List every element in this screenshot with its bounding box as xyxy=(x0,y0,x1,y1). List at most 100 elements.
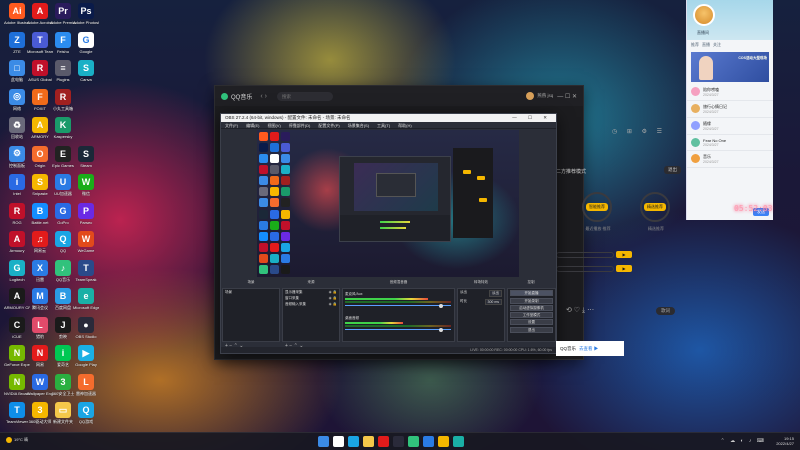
qq-slider-track[interactable] xyxy=(556,252,614,258)
source-item[interactable]: 音频输入采集 ◉ 🔒 xyxy=(283,301,339,307)
eye-icon[interactable]: ◉ 🔒 xyxy=(329,290,337,295)
app-icon: W xyxy=(32,373,48,390)
desktop-icon[interactable]: Q QQ游戏 xyxy=(73,401,99,434)
obs-menu-item[interactable]: 文件(F) xyxy=(225,122,238,128)
sources-list[interactable]: 显示器采集 ◉ 🔒 窗口采集 ◉ 🔒 音频输入采集 ◉ 🔒 xyxy=(282,288,340,342)
list-item[interactable]: 陪你唠嗑 2024/3/27 xyxy=(687,84,773,101)
taskbar-app-icon[interactable] xyxy=(453,436,464,447)
obs-menu-item[interactable]: 场景集合(S) xyxy=(348,122,369,128)
obs-window[interactable]: OBS 27.2.4 (64-bit, windows) - 配置文件: 未命名… xyxy=(220,113,557,354)
taskbar-app-icon[interactable] xyxy=(363,436,374,447)
obs-menu-item[interactable]: 停靠部件(D) xyxy=(289,122,311,128)
qq-footer-icons[interactable]: ⟲ ♡ ⤓ ⋯ xyxy=(566,306,594,315)
chat-tab[interactable]: 推荐 xyxy=(691,42,699,48)
scene-item[interactable]: 场景 xyxy=(223,289,279,296)
list-item-date: 2024/3/27 xyxy=(703,160,719,164)
obs-docks: 场景 来源 音频混音器 转场特效 控制 场景 显示器采集 ◉ 🔒 窗口采集 ◉ 🔒 音频… xyxy=(221,280,556,354)
eye-icon[interactable]: ◉ 🔒 xyxy=(329,296,337,301)
preview-icon xyxy=(281,187,290,197)
app-icon: X xyxy=(32,259,48,276)
app-icon: Q xyxy=(78,402,94,418)
taskbar-app-icon[interactable] xyxy=(378,436,389,447)
qq-yellow-button-2[interactable]: ▶ xyxy=(616,265,632,272)
qq-left-sub: 最近播放·推荐 xyxy=(585,226,611,231)
volume-slider-knob[interactable] xyxy=(439,303,443,308)
obs-menu-item[interactable]: 视图(V) xyxy=(267,122,280,128)
sun-icon xyxy=(6,437,12,443)
control-button[interactable]: 开始直播 xyxy=(510,290,553,297)
qq-slider-track-2[interactable] xyxy=(556,266,614,272)
chat-header-name: 直播间 xyxy=(697,30,709,35)
sources-header: 来源 xyxy=(307,280,315,284)
control-button[interactable]: 开始录制 xyxy=(510,297,553,304)
list-item-text: 旅行心情日记 2024/3/27 xyxy=(703,104,727,114)
qq-notification[interactable]: QQ音乐 去查看 ▶ xyxy=(556,341,624,356)
obs-preview[interactable] xyxy=(257,130,519,277)
volume-slider[interactable] xyxy=(345,327,451,332)
list-item-text: Fear No One 2024/3/27 xyxy=(703,138,726,147)
list-item[interactable]: 音乐 2024/3/27 xyxy=(687,151,773,168)
taskbar-app-icon[interactable] xyxy=(408,436,419,447)
chat-tab[interactable]: 关注 xyxy=(713,42,721,48)
preview-icon xyxy=(259,242,268,252)
control-button[interactable]: 工作室模式 xyxy=(510,312,553,319)
qq-left-dial[interactable]: 智能推荐 xyxy=(582,192,612,222)
qq-lyrics-button[interactable]: 歌词 xyxy=(656,307,675,315)
control-button[interactable]: 设置 xyxy=(510,319,553,326)
controls-panel: 开始直播 开始录制 启动虚拟摄像机 工作室模式 设置 退出 xyxy=(507,288,556,342)
obs-menu-item[interactable]: 工具(T) xyxy=(377,122,390,128)
obs-menu-item[interactable]: 帮助(H) xyxy=(398,122,412,128)
clock-widget: 05:52:03 xyxy=(734,204,773,213)
notify-link[interactable]: 去查看 ▶ xyxy=(579,346,598,352)
nested-pill xyxy=(463,170,471,174)
taskbar-app-icon[interactable] xyxy=(333,436,344,447)
qq-toolbar-icons[interactable]: ◷ ⊞ ⚙ ☰ xyxy=(612,128,666,135)
chat-tab[interactable]: 直播 xyxy=(702,42,710,48)
qq-search-input[interactable]: 搜索 xyxy=(276,91,333,101)
list-item[interactable]: 旅行心情日记 2024/3/27 xyxy=(687,101,773,118)
transition-value[interactable]: 淡出 xyxy=(489,290,502,297)
qq-exit-mode-button[interactable]: 退出 xyxy=(664,166,681,174)
chat-live-video[interactable]: COS活动大型现场 xyxy=(691,52,769,82)
qq-nav-arrows[interactable]: ‹ › xyxy=(260,93,267,100)
app-icon: A xyxy=(32,3,48,19)
desktop-icon[interactable]: S Canva xyxy=(73,59,99,92)
transition-value[interactable]: 300 ms xyxy=(484,299,502,305)
avatar[interactable] xyxy=(526,92,535,100)
eye-icon[interactable]: ◉ 🔒 xyxy=(329,302,337,307)
volume-slider[interactable] xyxy=(345,303,451,308)
desktop-icon-label: Google xyxy=(79,48,93,54)
taskbar-app-icon[interactable] xyxy=(393,436,404,447)
taskbar-clock[interactable]: 19:15 2022/4/27 xyxy=(776,436,794,446)
preview-icon xyxy=(281,165,290,175)
qq-right-dial[interactable]: 精选推荐 xyxy=(640,192,670,222)
qq-yellow-button[interactable]: ▶ xyxy=(616,251,632,258)
taskbar-app-icon[interactable] xyxy=(348,436,359,447)
taskbar-app-icon[interactable] xyxy=(318,436,329,447)
control-button[interactable]: 启动虚拟摄像机 xyxy=(510,304,553,311)
qq-right-pill[interactable]: 精选推荐 xyxy=(644,203,666,211)
qq-window-controls[interactable]: — ☐ ✕ xyxy=(557,93,577,100)
preview-desktop-icons xyxy=(257,130,291,277)
weather-widget[interactable]: 19°C 晴 xyxy=(6,437,28,443)
qq-left-pill[interactable]: 智能推荐 xyxy=(586,203,608,211)
desktop-icon-label: Google Play xyxy=(75,362,97,367)
avatar[interactable] xyxy=(693,4,715,26)
preview-icon xyxy=(270,231,279,241)
preview-icon xyxy=(270,132,279,141)
obs-window-controls[interactable]: — ☐ ✕ xyxy=(512,114,556,122)
control-button[interactable]: 退出 xyxy=(510,326,553,333)
scenes-list[interactable]: 场景 xyxy=(222,288,280,342)
list-item[interactable]: 随缘 2024/3/27 xyxy=(687,118,773,135)
system-tray-icons[interactable]: ⌃ ☁ ◐ ♪ ⌨ xyxy=(721,438,766,444)
taskbar-app-icon[interactable] xyxy=(438,436,449,447)
list-item[interactable]: Fear No One 2024/3/27 xyxy=(687,135,773,151)
app-icon: i xyxy=(9,174,25,190)
obs-menu-item[interactable]: 配置文件(P) xyxy=(318,122,339,128)
app-icon: Pr xyxy=(55,3,71,19)
qq-user-area[interactable]: 燕燕 jsq xyxy=(526,92,553,100)
obs-menu-item[interactable]: 编辑(E) xyxy=(246,122,259,128)
volume-slider-knob[interactable] xyxy=(439,327,443,332)
taskbar-app-icon[interactable] xyxy=(423,436,434,447)
app-icon: M xyxy=(32,288,48,304)
